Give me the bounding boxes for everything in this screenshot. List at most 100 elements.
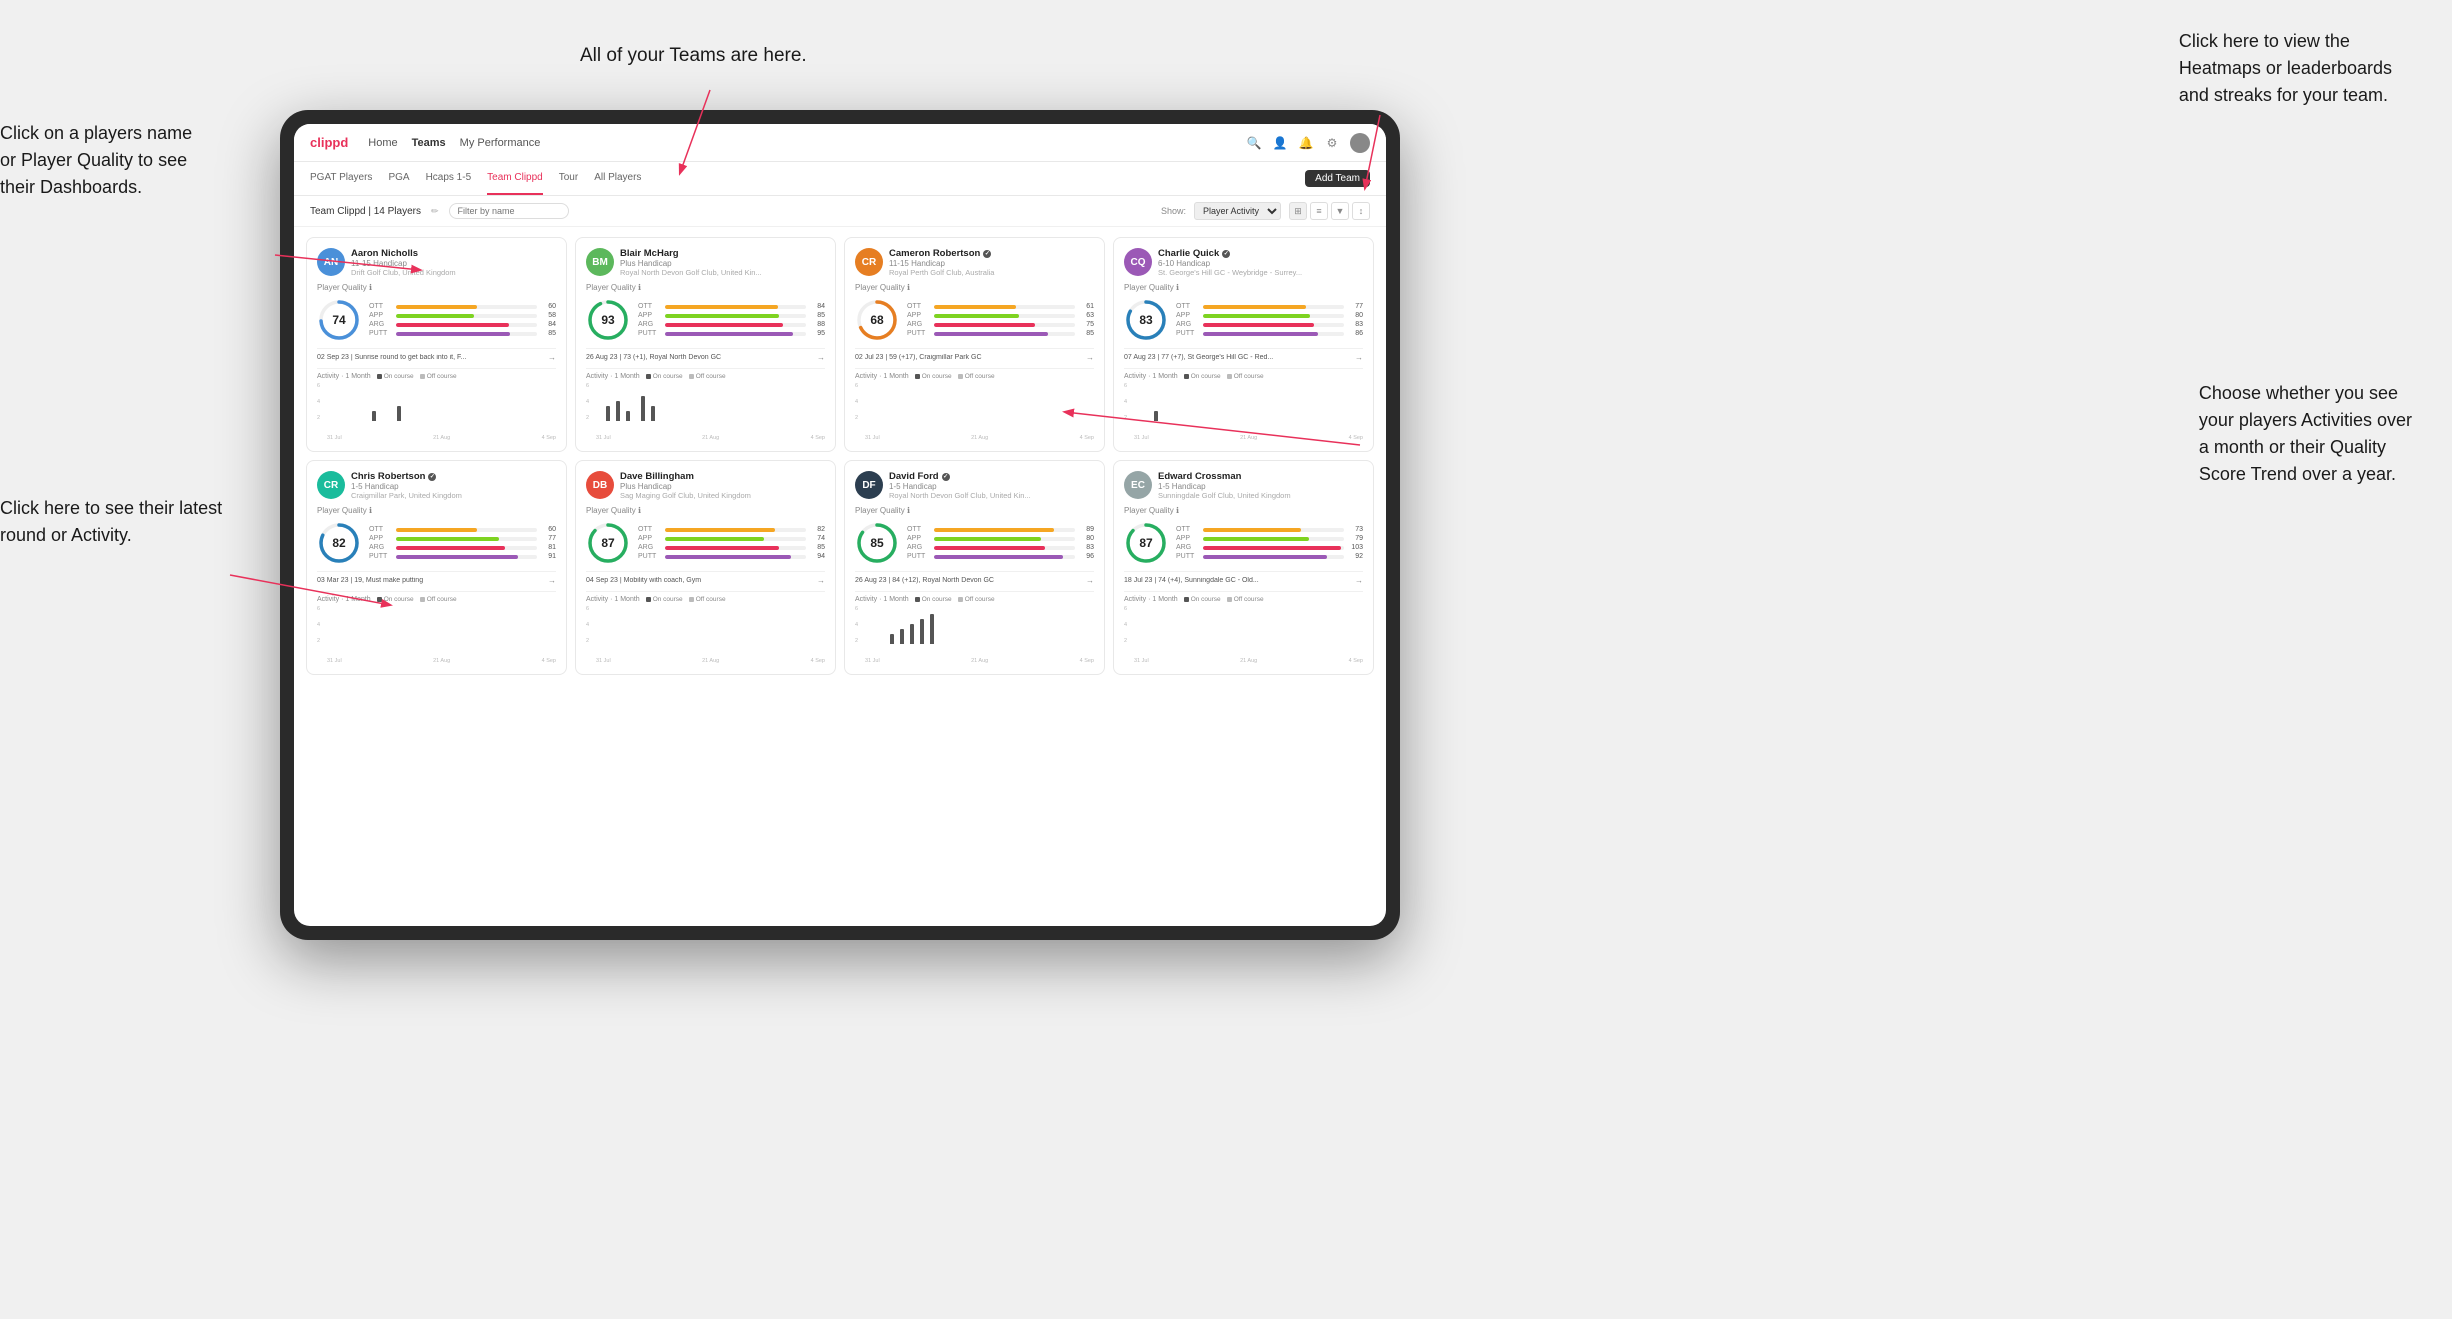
stat-label: PUTT xyxy=(638,330,662,337)
activity-label[interactable]: Activity · 1 Month xyxy=(1124,373,1178,380)
tablet-frame: clippd Home Teams My Performance 🔍 👤 🔔 ⚙… xyxy=(280,110,1400,940)
stat-bar xyxy=(1203,528,1301,532)
latest-round[interactable]: 02 Sep 23 | Sunrise round to get back in… xyxy=(317,348,556,362)
team-bar: Team Clippd | 14 Players ✏ Show: Player … xyxy=(294,196,1386,227)
player-card[interactable]: CR Cameron Robertson ✓ 11-15 Handicap Ro… xyxy=(844,237,1105,452)
latest-round[interactable]: 26 Aug 23 | 73 (+1), Royal North Devon G… xyxy=(586,348,825,362)
activity-legend: On course Off course xyxy=(915,596,995,603)
player-card[interactable]: EC Edward Crossman 1-5 Handicap Sunningd… xyxy=(1113,460,1374,675)
on-course-dot xyxy=(1184,597,1189,602)
stat-row: ARG 103 xyxy=(1176,544,1363,551)
activity-chart: 6 4 2 xyxy=(317,383,556,433)
nav-my-performance[interactable]: My Performance xyxy=(460,137,541,149)
stat-value: 80 xyxy=(1078,535,1094,542)
stat-bar-wrap xyxy=(1203,314,1344,318)
latest-round[interactable]: 07 Aug 23 | 77 (+7), St George's Hill GC… xyxy=(1124,348,1363,362)
edit-icon[interactable]: ✏ xyxy=(431,206,439,217)
filter-button[interactable]: ▼ xyxy=(1331,202,1349,220)
stat-value: 84 xyxy=(540,321,556,328)
stat-value: 103 xyxy=(1347,544,1363,551)
player-header: CR Cameron Robertson ✓ 11-15 Handicap Ro… xyxy=(855,248,1094,277)
team-filter-input[interactable] xyxy=(449,203,569,219)
activity-label[interactable]: Activity · 1 Month xyxy=(855,373,909,380)
stat-bar xyxy=(665,528,775,532)
stat-label: ARG xyxy=(369,544,393,551)
stat-value: 79 xyxy=(1347,535,1363,542)
quality-circle[interactable]: 93 xyxy=(586,298,630,342)
subnav-pga[interactable]: PGA xyxy=(388,162,409,195)
grid-view-button[interactable]: ⊞ xyxy=(1289,202,1307,220)
player-name[interactable]: Aaron Nicholls xyxy=(351,248,556,259)
player-name[interactable]: Chris Robertson ✓ xyxy=(351,471,556,482)
player-name[interactable]: Cameron Robertson ✓ xyxy=(889,248,1094,259)
subnav-team-clippd[interactable]: Team Clippd xyxy=(487,162,543,195)
quality-circle[interactable]: 85 xyxy=(855,521,899,565)
quality-circle[interactable]: 83 xyxy=(1124,298,1168,342)
search-icon[interactable]: 🔍 xyxy=(1246,135,1262,151)
table-view-button[interactable]: ≡ xyxy=(1310,202,1328,220)
player-card[interactable]: BM Blair McHarg Plus Handicap Royal Nort… xyxy=(575,237,836,452)
sort-button[interactable]: ↕ xyxy=(1352,202,1370,220)
latest-round[interactable]: 02 Jul 23 | 59 (+17), Craigmillar Park G… xyxy=(855,348,1094,362)
quality-circle[interactable]: 87 xyxy=(586,521,630,565)
verified-icon: ✓ xyxy=(1222,250,1230,258)
stat-bar-wrap xyxy=(665,323,806,327)
latest-round[interactable]: 03 Mar 23 | 19, Must make putting → xyxy=(317,571,556,585)
quality-circle[interactable]: 74 xyxy=(317,298,361,342)
latest-round[interactable]: 26 Aug 23 | 84 (+12), Royal North Devon … xyxy=(855,571,1094,585)
off-course-legend: Off course xyxy=(958,596,995,603)
subnav-tour[interactable]: Tour xyxy=(559,162,578,195)
latest-round[interactable]: 04 Sep 23 | Mobility with coach, Gym → xyxy=(586,571,825,585)
subnav-pgat[interactable]: PGAT Players xyxy=(310,162,372,195)
player-name[interactable]: David Ford ✓ xyxy=(889,471,1094,482)
stat-label: APP xyxy=(638,535,662,542)
activity-label[interactable]: Activity · 1 Month xyxy=(317,373,371,380)
profile-icon[interactable]: 👤 xyxy=(1272,135,1288,151)
stat-bar xyxy=(396,537,499,541)
player-name[interactable]: Blair McHarg xyxy=(620,248,825,259)
player-card[interactable]: CR Chris Robertson ✓ 1-5 Handicap Craigm… xyxy=(306,460,567,675)
activity-label[interactable]: Activity · 1 Month xyxy=(1124,596,1178,603)
stat-label: OTT xyxy=(1176,526,1200,533)
stat-value: 75 xyxy=(1078,321,1094,328)
chart-dates: 31 Jul21 Aug4 Sep xyxy=(596,435,825,441)
subnav-hcaps[interactable]: Hcaps 1-5 xyxy=(426,162,472,195)
avatar-icon[interactable] xyxy=(1350,133,1370,153)
activity-label[interactable]: Activity · 1 Month xyxy=(317,596,371,603)
off-course-label: Off course xyxy=(427,596,457,603)
stat-bar-wrap xyxy=(934,555,1075,559)
quality-number: 83 xyxy=(1139,313,1152,327)
bell-icon[interactable]: 🔔 xyxy=(1298,135,1314,151)
player-name[interactable]: Charlie Quick ✓ xyxy=(1158,248,1363,259)
off-course-label: Off course xyxy=(965,373,995,380)
show-select[interactable]: Player Activity xyxy=(1194,202,1281,220)
quality-circle[interactable]: 82 xyxy=(317,521,361,565)
nav-teams[interactable]: Teams xyxy=(412,137,446,149)
latest-round-text: 02 Jul 23 | 59 (+17), Craigmillar Park G… xyxy=(855,354,1086,361)
settings-icon[interactable]: ⚙ xyxy=(1324,135,1340,151)
player-name[interactable]: Dave Billingham xyxy=(620,471,825,482)
stat-value: 82 xyxy=(809,526,825,533)
player-card[interactable]: DB Dave Billingham Plus Handicap Sag Mag… xyxy=(575,460,836,675)
quality-circle[interactable]: 87 xyxy=(1124,521,1168,565)
latest-round-arrow: → xyxy=(1355,353,1363,362)
add-team-button[interactable]: Add Team xyxy=(1305,170,1370,187)
stat-bar xyxy=(1203,332,1318,336)
subnav-all-players[interactable]: All Players xyxy=(594,162,641,195)
latest-round[interactable]: 18 Jul 23 | 74 (+4), Sunningdale GC - Ol… xyxy=(1124,571,1363,585)
players-grid: AN Aaron Nicholls 11-15 Handicap Drift G… xyxy=(294,227,1386,926)
on-course-legend: On course xyxy=(646,373,683,380)
stat-bar-wrap xyxy=(1203,537,1344,541)
activity-legend: On course Off course xyxy=(1184,373,1264,380)
stat-row: APP 63 xyxy=(907,312,1094,319)
player-card[interactable]: CQ Charlie Quick ✓ 6-10 Handicap St. Geo… xyxy=(1113,237,1374,452)
stat-value: 89 xyxy=(1078,526,1094,533)
activity-label[interactable]: Activity · 1 Month xyxy=(855,596,909,603)
player-name[interactable]: Edward Crossman xyxy=(1158,471,1363,482)
player-card[interactable]: AN Aaron Nicholls 11-15 Handicap Drift G… xyxy=(306,237,567,452)
activity-label[interactable]: Activity · 1 Month xyxy=(586,373,640,380)
player-card[interactable]: DF David Ford ✓ 1-5 Handicap Royal North… xyxy=(844,460,1105,675)
activity-label[interactable]: Activity · 1 Month xyxy=(586,596,640,603)
nav-home[interactable]: Home xyxy=(368,137,397,149)
quality-circle[interactable]: 68 xyxy=(855,298,899,342)
